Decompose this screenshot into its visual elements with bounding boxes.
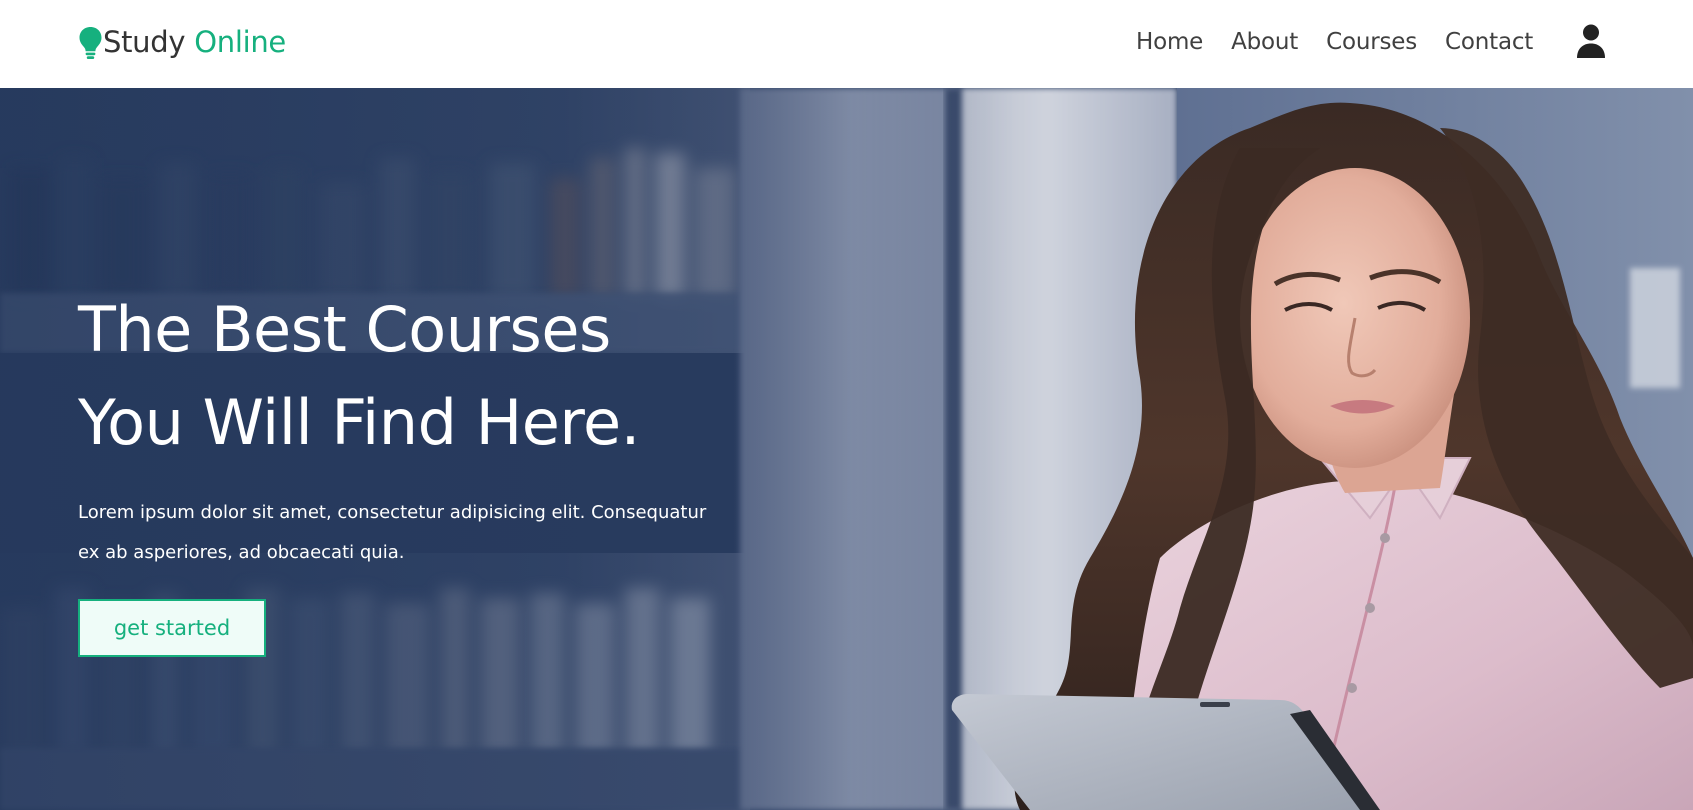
main-nav: Home About Courses Contact — [1136, 25, 1533, 59]
hero-description: Lorem ipsum dolor sit amet, consectetur … — [78, 493, 718, 573]
get-started-button[interactable]: get started — [78, 599, 266, 657]
nav-about[interactable]: About — [1231, 25, 1298, 59]
user-icon[interactable] — [1576, 23, 1606, 59]
hero-title-line-1: The Best Courses — [78, 293, 611, 366]
hero-title-line-2: You Will Find Here. — [78, 386, 640, 459]
brand-name-accent: Online — [194, 25, 286, 59]
hero-description-line-1: Lorem ipsum dolor sit amet, consectetur … — [78, 502, 707, 523]
brand-name: Study — [103, 25, 186, 59]
hero-title: The Best Courses You Will Find Here. — [78, 283, 798, 469]
nav-contact[interactable]: Contact — [1445, 25, 1533, 59]
hero-content: The Best Courses You Will Find Here. Lor… — [78, 283, 798, 657]
hero-description-line-2: ex ab asperiores, ad obcaecati quia. — [78, 542, 405, 563]
brand-logo[interactable]: Study Online — [78, 22, 286, 62]
nav-courses[interactable]: Courses — [1326, 25, 1417, 59]
lightbulb-icon — [79, 26, 102, 59]
hero-section: The Best Courses You Will Find Here. Lor… — [0, 88, 1693, 810]
nav-home[interactable]: Home — [1136, 25, 1203, 59]
site-header: Study Online Home About Courses Contact — [0, 0, 1693, 88]
